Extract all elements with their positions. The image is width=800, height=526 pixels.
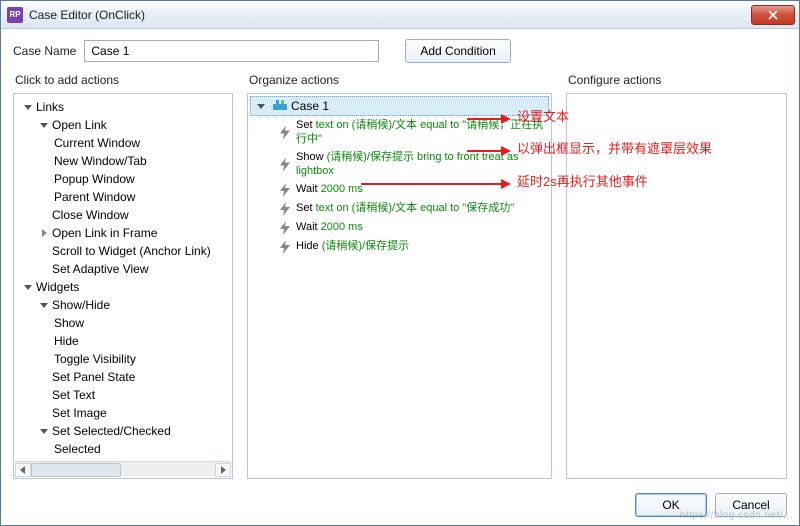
tree-new-window-tab[interactable]: New Window/Tab <box>16 152 230 170</box>
expand-icon <box>38 119 50 131</box>
bolt-icon <box>280 240 290 254</box>
arrow-icon <box>467 114 511 124</box>
scroll-left-icon[interactable] <box>15 463 31 477</box>
action-hide[interactable]: Hide (请稍候)/保存提示 <box>250 237 549 256</box>
collapse-icon <box>38 227 50 239</box>
tree-set-adaptive-view[interactable]: Set Adaptive View <box>16 260 230 278</box>
arrow-icon <box>467 146 511 156</box>
add-condition-button[interactable]: Add Condition <box>405 39 510 63</box>
tree-current-window[interactable]: Current Window <box>16 134 230 152</box>
tree-links[interactable]: Links <box>16 98 230 116</box>
ok-button[interactable]: OK <box>635 493 707 517</box>
annotation-show-lightbox: 以弹出框显示，并带有遮罩层效果 <box>517 138 712 157</box>
expand-icon <box>255 100 267 112</box>
tree-parent-window[interactable]: Parent Window <box>16 188 230 206</box>
tree-hide[interactable]: Hide <box>16 332 230 350</box>
actions-header: Click to add actions <box>13 71 233 93</box>
cancel-button[interactable]: Cancel <box>715 493 787 517</box>
window-title: Case Editor (OnClick) <box>29 8 751 22</box>
tree-show[interactable]: Show <box>16 314 230 332</box>
bolt-icon <box>280 221 290 235</box>
tree-selected[interactable]: Selected <box>16 440 230 458</box>
expand-icon <box>38 425 50 437</box>
case-row[interactable]: Case 1 <box>250 96 549 116</box>
bolt-icon <box>280 202 290 216</box>
tree-set-panel-state[interactable]: Set Panel State <box>16 368 230 386</box>
tree-show-hide[interactable]: Show/Hide <box>16 296 230 314</box>
case-icon <box>273 100 287 112</box>
tree-set-image[interactable]: Set Image <box>16 404 230 422</box>
app-icon: RP <box>7 7 23 23</box>
tree-scroll-to-widget[interactable]: Scroll to Widget (Anchor Link) <box>16 242 230 260</box>
actions-column: Click to add actions Links Open Link Cur… <box>13 71 233 479</box>
case-name-label: Case Name <box>13 44 76 58</box>
titlebar[interactable]: RP Case Editor (OnClick) <box>1 1 799 29</box>
tree-set-selected-checked[interactable]: Set Selected/Checked <box>16 422 230 440</box>
tree-close-window[interactable]: Close Window <box>16 206 230 224</box>
expand-icon <box>22 281 34 293</box>
tree-open-link[interactable]: Open Link <box>16 116 230 134</box>
organize-header: Organize actions <box>247 71 552 93</box>
case-editor-window: RP Case Editor (OnClick) Case Name Add C… <box>0 0 800 526</box>
bolt-icon <box>280 183 290 197</box>
bolt-icon <box>280 119 290 146</box>
configure-header: Configure actions <box>566 71 787 93</box>
arrow-icon <box>361 179 511 189</box>
actions-panel[interactable]: Links Open Link Current Window New Windo… <box>13 93 233 479</box>
footer: OK Cancel <box>1 485 799 525</box>
expand-icon <box>38 299 50 311</box>
columns: Click to add actions Links Open Link Cur… <box>1 71 799 485</box>
case-label: Case 1 <box>291 99 329 113</box>
annotation-wait: 延时2s再执行其他事件 <box>517 171 648 190</box>
tree-open-link-in-frame[interactable]: Open Link in Frame <box>16 224 230 242</box>
tree-popup-window[interactable]: Popup Window <box>16 170 230 188</box>
close-button[interactable] <box>751 5 795 25</box>
configure-column: Configure actions <box>566 71 787 479</box>
organize-column: Organize actions Case 1 Set text on (请稍候… <box>247 71 552 479</box>
case-name-row: Case Name Add Condition <box>1 29 799 71</box>
scroll-thumb[interactable] <box>31 463 121 477</box>
tree-toggle-visibility[interactable]: Toggle Visibility <box>16 350 230 368</box>
h-scrollbar[interactable] <box>15 461 231 477</box>
annotation-set-text: 设置文本 <box>517 106 569 125</box>
action-set-text-2[interactable]: Set text on (请稍候)/文本 equal to "保存成功" <box>250 199 549 218</box>
case-name-input[interactable] <box>84 40 379 62</box>
scroll-right-icon[interactable] <box>215 463 231 477</box>
tree-set-text[interactable]: Set Text <box>16 386 230 404</box>
close-icon <box>768 10 778 20</box>
action-wait-2[interactable]: Wait 2000 ms <box>250 218 549 237</box>
tree-widgets[interactable]: Widgets <box>16 278 230 296</box>
expand-icon <box>22 101 34 113</box>
bolt-icon <box>280 151 290 178</box>
